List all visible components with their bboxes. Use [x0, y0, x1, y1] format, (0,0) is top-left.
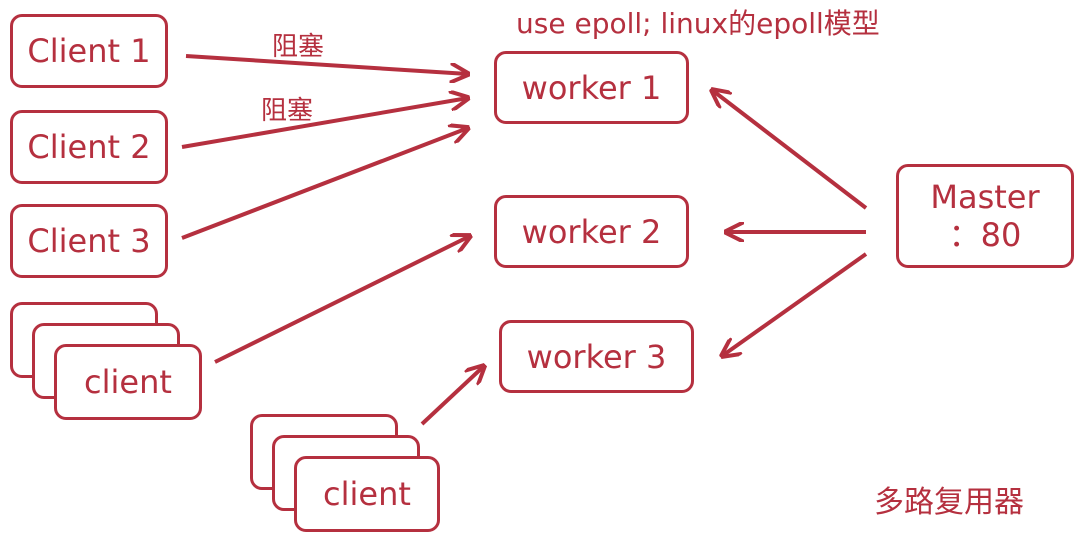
client-1-box: Client 1	[10, 14, 168, 88]
worker-1-box: worker 1	[494, 51, 689, 124]
worker-2-box: worker 2	[494, 195, 689, 268]
client-group-2-front: client	[294, 456, 440, 532]
arrow-client1-worker1	[185, 54, 468, 74]
arrow-clientgroup1-worker2	[214, 236, 470, 364]
client-2-box: Client 2	[10, 110, 168, 184]
master-port: ：80	[948, 216, 1022, 254]
arrow-clientgroup2-worker3	[420, 366, 484, 426]
worker-3-box: worker 3	[499, 320, 694, 393]
blocking-label-2: 阻塞	[261, 96, 314, 126]
multiplexer-caption: 多路复用器	[874, 485, 1024, 520]
master-box: Master ：80	[896, 164, 1074, 268]
client-group-1-front: client	[54, 344, 202, 420]
client-3-box: Client 3	[10, 204, 168, 278]
arrow-master-worker1	[712, 90, 868, 210]
arrow-client2-worker1	[181, 98, 468, 149]
blocking-label-1: 阻塞	[272, 32, 325, 62]
master-label: Master	[930, 178, 1040, 216]
arrow-master-worker3	[722, 252, 868, 356]
arrow-client3-worker1	[181, 128, 468, 240]
